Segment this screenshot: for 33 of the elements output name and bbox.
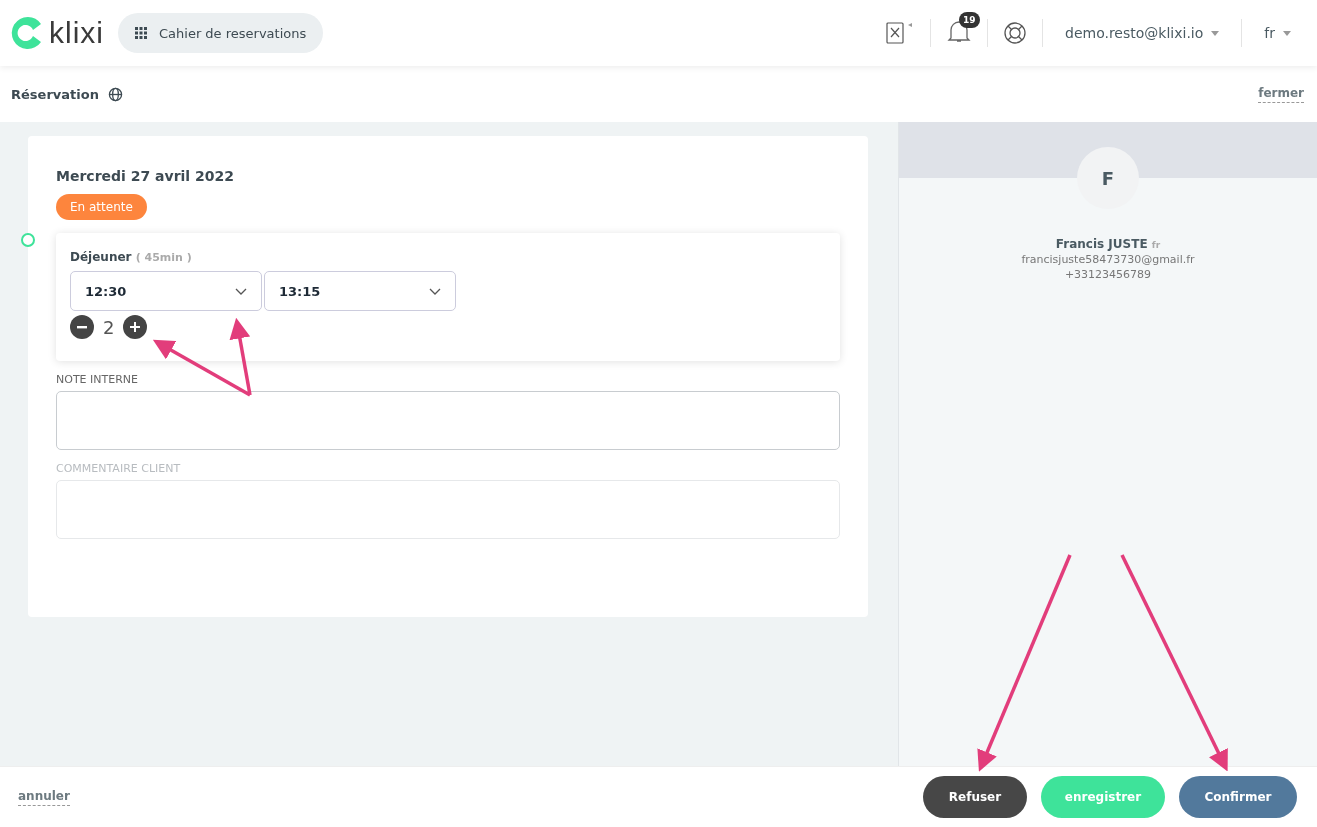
lifebuoy-icon[interactable] <box>1004 22 1026 44</box>
status-badge: En attente <box>56 194 147 220</box>
field-label: COMMENTAIRE CLIENT <box>56 462 182 475</box>
close-link[interactable]: fermer <box>1258 85 1304 103</box>
notification-badge: 19 <box>959 12 980 28</box>
page-title: Réservation <box>11 86 99 102</box>
logo-text: klixi <box>49 16 104 50</box>
confirm-button[interactable]: Confirmer <box>1179 776 1297 818</box>
caret-icon <box>1211 30 1220 36</box>
grid-icon <box>135 27 147 39</box>
plus-button[interactable] <box>123 315 148 339</box>
service-duration: ( 45min ) <box>135 251 192 264</box>
avatar: F <box>1077 147 1139 209</box>
reservation-date: Mercredi 27 avril 2022 <box>56 168 235 184</box>
refuse-button[interactable]: Refuser <box>923 776 1027 818</box>
chevron-down-icon <box>429 287 441 295</box>
minus-button[interactable] <box>70 315 94 339</box>
customer-email: francisjuste58473730@gmail.fr <box>1021 253 1195 266</box>
customer-name: Francis JUSTE <box>1055 237 1148 251</box>
cancel-link[interactable]: annuler <box>18 788 70 806</box>
customer-phone: +33123456789 <box>1064 268 1152 281</box>
globe-icon <box>107 86 123 102</box>
start-time-select[interactable]: 12:30 <box>70 271 262 311</box>
service-name: Déjeuner <box>70 250 132 264</box>
language-menu[interactable]: fr <box>1258 24 1297 42</box>
end-time-select[interactable]: 13:15 <box>264 271 456 311</box>
customer-language: fr <box>1151 240 1161 250</box>
user-menu[interactable]: demo.resto@klixi.io <box>1059 24 1226 42</box>
guest-count: 2 <box>103 316 115 338</box>
app-switcher-button[interactable]: Cahier de reservations <box>118 13 324 53</box>
field-label: NOTE INTERNE <box>56 373 140 386</box>
caret-icon <box>1283 30 1291 36</box>
chevron-down-icon <box>235 287 247 295</box>
